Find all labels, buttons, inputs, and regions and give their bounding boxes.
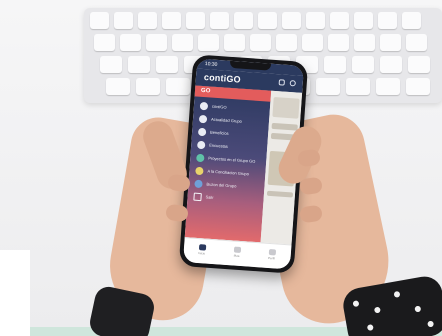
white-panel — [0, 250, 30, 336]
mailbox-icon — [194, 179, 203, 189]
keyboard-key — [146, 34, 167, 51]
keyboard-key — [258, 12, 277, 29]
keyboard-key — [136, 78, 160, 95]
gift-icon — [197, 127, 207, 137]
photo-scene: 10:30 contiGO GO contiGO Actualidad Grup… — [0, 0, 442, 336]
keyboard-key — [352, 56, 374, 73]
content-image — [272, 96, 300, 119]
status-time: 10:30 — [204, 61, 218, 68]
projects-icon — [196, 153, 205, 163]
keyboard-key — [376, 78, 400, 95]
menu-item-proyectos[interactable]: Proyectos en el Grupo GO — [196, 153, 267, 168]
keyboard-key — [128, 56, 150, 73]
menu-item-encuestas[interactable]: Encuestas — [196, 140, 268, 155]
keyboard-key — [346, 78, 370, 95]
menu-item-label: contiGO — [211, 103, 227, 110]
keyboard-key — [316, 78, 340, 95]
keyboard-key — [402, 12, 421, 29]
keyboard-key — [306, 12, 325, 29]
app-brand: contiGO — [203, 72, 242, 85]
menu-active-label: GO — [200, 87, 211, 95]
keyboard-key — [156, 56, 178, 73]
keyboard-key — [408, 56, 430, 73]
keyboard-key — [166, 78, 190, 95]
menu-item-salir[interactable]: Salir — [193, 192, 264, 207]
tab-label: Inicio — [198, 251, 206, 256]
keyboard-key — [250, 34, 271, 51]
menu-item-label: Beneficios — [209, 129, 229, 136]
keyboard-key — [100, 56, 122, 73]
keyboard-key — [354, 34, 375, 51]
profile-tab-icon — [268, 248, 276, 256]
menu-item-label: Buzon del Grupo — [206, 181, 237, 189]
menu-item-label: Salir — [205, 194, 214, 200]
keyboard-key — [90, 12, 109, 29]
keyboard-key — [380, 56, 402, 73]
tab-label: Mas — [233, 253, 240, 258]
keyboard-key — [106, 78, 130, 95]
keyboard-key — [138, 12, 157, 29]
menu-item-conciliacion[interactable]: A la Conciliacion Grupo — [195, 166, 266, 181]
keyboard-key — [282, 12, 301, 29]
search-icon[interactable] — [289, 80, 296, 87]
keyboard-key — [302, 34, 323, 51]
notification-icon[interactable] — [278, 79, 285, 86]
keyboard-key — [276, 34, 297, 51]
keyboard-key — [120, 34, 141, 51]
exit-icon — [193, 192, 202, 202]
balance-icon — [195, 166, 204, 176]
home-tab-icon — [198, 244, 206, 251]
keyboard-key — [324, 56, 346, 73]
menu-item-label: Proyectos en el Grupo GO — [208, 155, 256, 164]
home-icon — [199, 101, 209, 111]
tab-perfil[interactable]: Perfil — [261, 248, 282, 261]
news-icon — [198, 114, 208, 124]
menu-item-buzon[interactable]: Buzon del Grupo — [194, 179, 265, 194]
tab-label: Perfil — [267, 255, 276, 261]
keyboard-key — [186, 12, 205, 29]
tab-inicio[interactable]: Inicio — [192, 244, 213, 256]
content-line — [271, 122, 298, 131]
keyboard-key — [234, 12, 253, 29]
keyboard-key — [328, 34, 349, 51]
keyboard-key — [172, 34, 193, 51]
keyboard-key — [378, 12, 397, 29]
menu-item-label: Actualidad Grupo — [210, 116, 243, 124]
menu-item-beneficios[interactable]: Beneficios — [197, 127, 269, 142]
keyboard-key — [94, 34, 115, 51]
keyboard-key — [406, 78, 430, 95]
keyboard-key — [380, 34, 401, 51]
keyboard-key — [198, 34, 219, 51]
tab-mas[interactable]: Mas — [226, 246, 247, 258]
menu-item-contigo[interactable]: contiGO — [199, 101, 271, 116]
keyboard-key — [162, 12, 181, 29]
menu-item-actualidad[interactable]: Actualidad Grupo — [198, 114, 270, 129]
keyboard-key — [114, 12, 133, 29]
keyboard-key — [330, 12, 349, 29]
menu-item-label: Encuestas — [209, 142, 229, 149]
keyboard-key — [354, 12, 373, 29]
keyboard-key — [224, 34, 245, 51]
keyboard-key — [210, 12, 229, 29]
side-menu: GO contiGO Actualidad Grupo Beneficios E… — [184, 85, 272, 243]
menu-item-label: A la Conciliacion Grupo — [207, 168, 250, 177]
content-line — [266, 190, 294, 198]
survey-icon — [196, 140, 206, 150]
more-tab-icon — [233, 246, 241, 253]
keyboard-key — [406, 34, 427, 51]
